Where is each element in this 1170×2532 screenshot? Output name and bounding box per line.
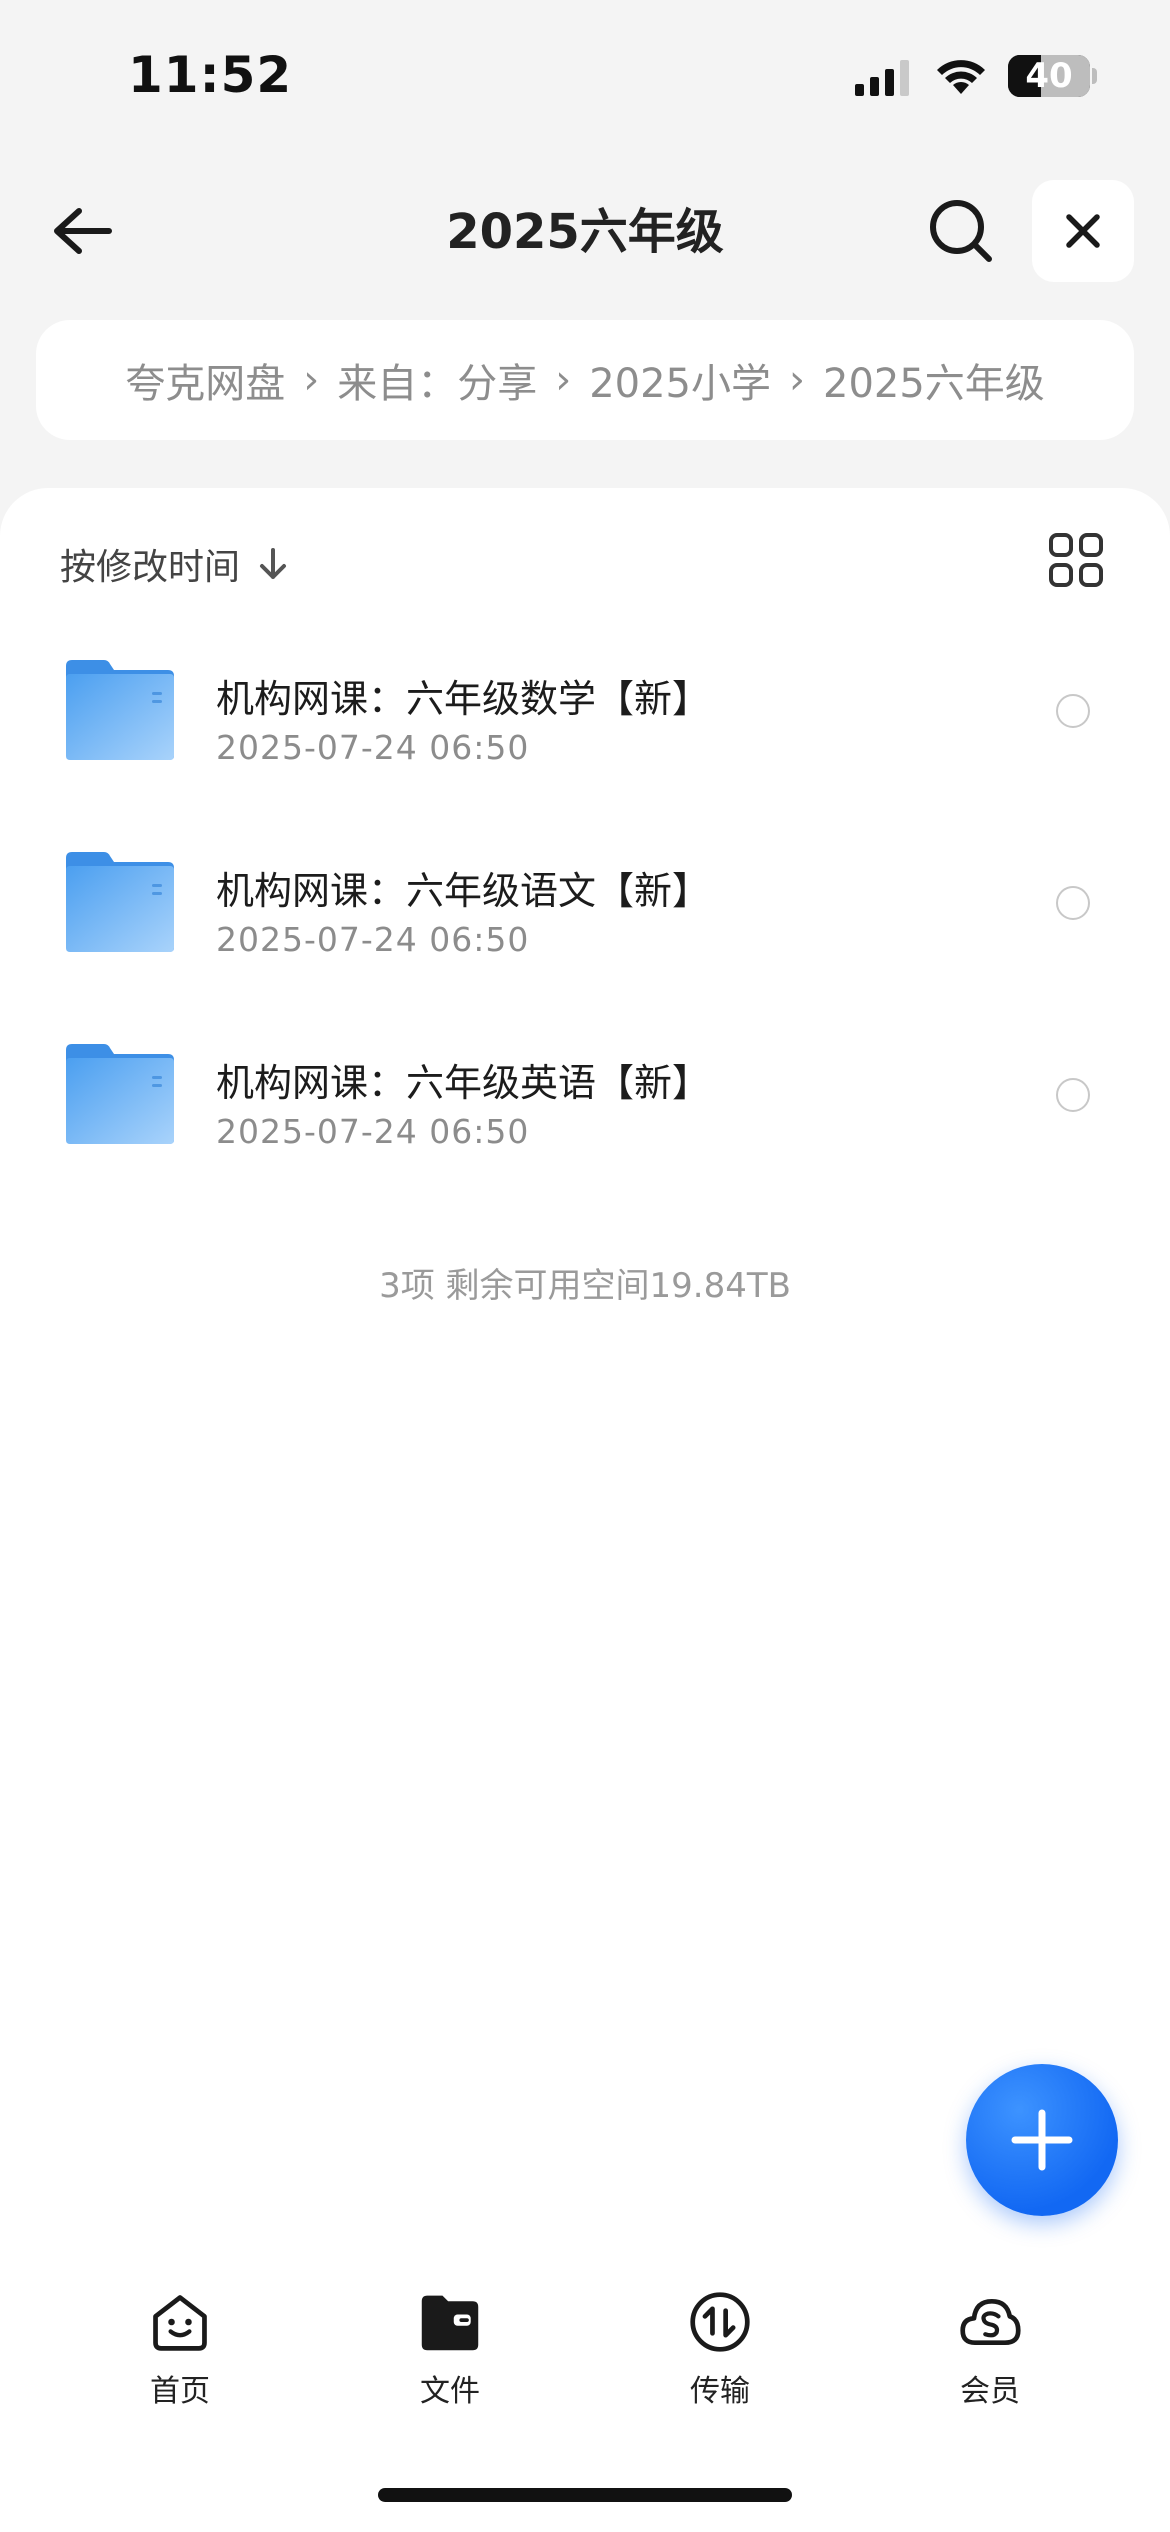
select-checkbox[interactable]	[1056, 694, 1090, 728]
sort-label: 按修改时间	[60, 547, 241, 588]
folder-icon	[66, 1044, 174, 1144]
battery-tip	[1092, 68, 1097, 84]
file-list: 机构网课：六年级数学【新】 2025-07-24 06:50 机构网课：六年级语…	[0, 628, 1170, 1204]
file-name: 机构网课：六年级数学【新】	[216, 677, 711, 721]
cloud-s-icon	[960, 2298, 1021, 2346]
tab-label: 首页	[150, 2374, 210, 2409]
status-bar: 11:52 40	[0, 0, 1170, 150]
file-name: 机构网课：六年级英语【新】	[216, 1061, 711, 1105]
file-date: 2025-07-24 06:50	[216, 728, 530, 767]
list-item[interactable]: 机构网课：六年级数学【新】 2025-07-24 06:50	[0, 628, 1170, 820]
tab-label: 会员	[960, 2374, 1020, 2409]
select-checkbox[interactable]	[1056, 886, 1090, 920]
search-icon	[930, 200, 992, 262]
chevron-right-icon: ›	[555, 357, 572, 403]
select-checkbox[interactable]	[1056, 1078, 1090, 1112]
grid-view-button[interactable]	[1048, 532, 1106, 590]
smile-home-icon	[153, 2295, 207, 2351]
arrow-down-icon	[260, 548, 287, 579]
search-button[interactable]	[926, 196, 996, 266]
transfer-icon	[690, 2292, 750, 2352]
storage-info: 3项 剩余可用空间19.84TB	[379, 1266, 791, 1306]
add-button[interactable]	[966, 2064, 1118, 2216]
home-indicator[interactable]	[378, 2488, 792, 2502]
chevron-right-icon: ›	[789, 357, 805, 403]
chevron-right-icon: ›	[303, 357, 320, 403]
folder-icon	[421, 2295, 479, 2351]
signal-icon	[855, 60, 909, 96]
close-icon	[1066, 214, 1100, 248]
tab-home[interactable]: 首页	[90, 2290, 270, 2410]
status-time: 11:52	[128, 46, 293, 104]
file-list-panel: 按修改时间 机构网课：六年级数学【新】 2025-07-24 06:50 机构网…	[0, 488, 1170, 2532]
breadcrumb: 夸克网盘 › 来自：分享 › 2025小学 › 2025六年级	[36, 320, 1134, 440]
file-date: 2025-07-24 06:50	[216, 1112, 530, 1151]
breadcrumb-item-current: 2025六年级	[823, 361, 1045, 407]
tab-membership[interactable]: 会员	[900, 2290, 1080, 2410]
breadcrumb-item-share[interactable]: 来自：分享	[337, 351, 537, 409]
tab-transfer[interactable]: 传输	[630, 2290, 810, 2410]
file-name: 机构网课：六年级语文【新】	[216, 869, 711, 913]
plus-icon	[1011, 2109, 1073, 2171]
folder-icon	[66, 660, 174, 760]
arrow-left-icon	[54, 208, 112, 254]
wifi-icon	[937, 60, 985, 94]
sort-button[interactable]: 按修改时间	[60, 534, 288, 594]
list-item[interactable]: 机构网课：六年级英语【新】 2025-07-24 06:50	[0, 1012, 1170, 1204]
breadcrumb-item-primary[interactable]: 2025小学	[589, 351, 771, 409]
close-button[interactable]	[1032, 180, 1134, 282]
tab-label: 传输	[690, 2374, 750, 2409]
list-item[interactable]: 机构网课：六年级语文【新】 2025-07-24 06:50	[0, 820, 1170, 1012]
battery-indicator: 40	[1008, 55, 1090, 97]
tab-files[interactable]: 文件	[360, 2290, 540, 2410]
breadcrumb-item-root[interactable]: 夸克网盘	[125, 351, 285, 409]
file-date: 2025-07-24 06:50	[216, 920, 530, 959]
back-button[interactable]	[44, 198, 120, 264]
folder-icon	[66, 852, 174, 952]
tab-label: 文件	[420, 2374, 480, 2409]
grid-icon	[1049, 533, 1103, 587]
